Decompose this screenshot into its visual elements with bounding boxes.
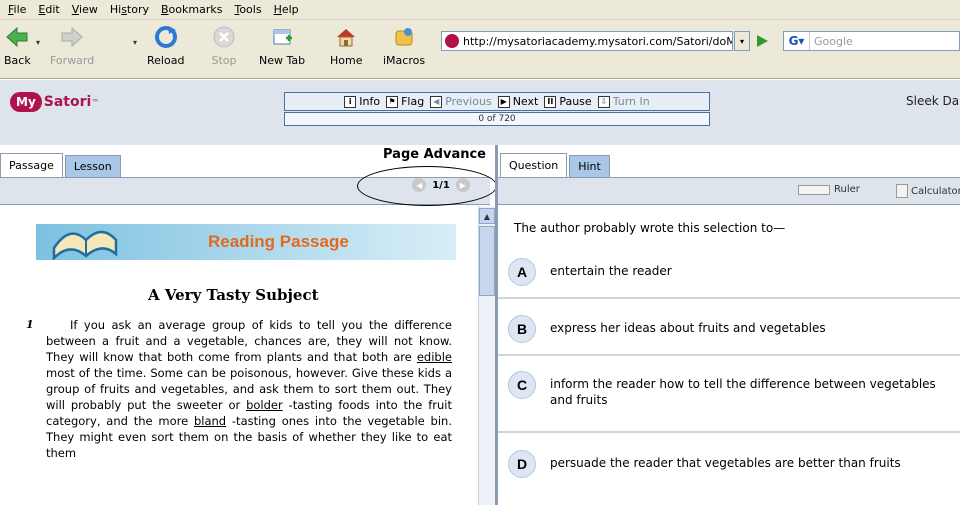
- option-text: entertain the reader: [550, 264, 672, 278]
- option-separator: [498, 431, 960, 433]
- flag-icon: ⚑: [386, 95, 399, 108]
- navigation-toolbar: Back ▾ Forward ▾ Reload Stop New Tab Hom…: [0, 20, 960, 79]
- paragraph-number: 1: [26, 318, 34, 331]
- reload-icon: [153, 24, 179, 50]
- menu-help[interactable]: Help: [268, 3, 305, 16]
- stop-icon: [211, 24, 237, 50]
- menu-history[interactable]: History: [104, 3, 155, 16]
- ruler-icon: [798, 184, 830, 195]
- new-tab-icon: [269, 24, 295, 50]
- imacros-icon: [391, 24, 417, 50]
- menu-bookmarks[interactable]: Bookmarks: [155, 3, 228, 16]
- stop-button[interactable]: Stop: [211, 24, 237, 67]
- back-button[interactable]: Back: [4, 24, 31, 67]
- search-input[interactable]: G▾ Google: [783, 31, 960, 51]
- app-header: My Satori ™ i Info ⚑ Flag ◀ Previous ▶ Next …: [0, 80, 960, 145]
- passage-pane: Passage Lesson Page Advance ◀ 1/1 ▶ Read…: [0, 145, 497, 505]
- open-book-icon: [52, 230, 118, 260]
- go-arrow-icon: [757, 35, 768, 47]
- forward-arrow-icon: [59, 24, 85, 50]
- option-letter: D: [508, 450, 536, 478]
- scrollbar-thumb[interactable]: [479, 226, 495, 296]
- back-arrow-icon: [4, 24, 30, 50]
- home-button[interactable]: Home: [330, 24, 362, 67]
- user-name: Sleek Da: [906, 94, 960, 108]
- pause-icon: II: [544, 95, 557, 108]
- url-history-dropdown[interactable]: ▾: [734, 31, 750, 51]
- url-input[interactable]: http://mysatoriacademy.mysatori.com/Sato…: [441, 31, 733, 51]
- mysatori-logo: My Satori ™: [10, 92, 99, 112]
- reload-button[interactable]: Reload: [147, 24, 184, 67]
- info-button[interactable]: i Info: [344, 95, 380, 108]
- question-progress: 0 of 720: [284, 112, 710, 126]
- flag-button[interactable]: ⚑ Flag: [386, 95, 424, 108]
- menu-view[interactable]: View: [66, 3, 104, 16]
- option-separator: [498, 297, 960, 299]
- option-separator: [498, 354, 960, 356]
- tab-question[interactable]: Question: [500, 153, 568, 177]
- forward-button[interactable]: Forward: [50, 24, 94, 67]
- next-arrow-icon: ▶: [497, 95, 510, 108]
- imacros-button[interactable]: iMacros: [383, 24, 425, 67]
- vocab-bolder[interactable]: bolder: [246, 398, 283, 412]
- menu-bar: File Edit View History Bookmarks Tools H…: [0, 0, 960, 20]
- ruler-button[interactable]: Ruler: [798, 184, 860, 195]
- page-advance-label: Page Advance: [260, 147, 490, 167]
- answer-option-a[interactable]: A entertain the reader: [508, 258, 960, 286]
- go-button[interactable]: [753, 32, 771, 50]
- passage-scrollbar[interactable]: ▲: [478, 206, 495, 505]
- home-icon: [333, 24, 359, 50]
- previous-button[interactable]: ◀ Previous: [430, 95, 492, 108]
- new-tab-button[interactable]: New Tab: [259, 24, 305, 67]
- menu-edit[interactable]: Edit: [32, 3, 65, 16]
- reading-passage-banner: Reading Passage: [36, 224, 456, 260]
- passage-title: A Very Tasty Subject: [148, 286, 319, 304]
- previous-arrow-icon: ◀: [430, 95, 443, 108]
- turn-in-button[interactable]: ⇩ Turn In: [597, 95, 650, 108]
- answer-option-b[interactable]: B express her ideas about fruits and veg…: [508, 315, 960, 343]
- passage-content: Reading Passage A Very Tasty Subject 1 I…: [0, 206, 478, 505]
- tab-hint[interactable]: Hint: [569, 155, 610, 177]
- calculator-button[interactable]: Calculator: [896, 184, 960, 198]
- option-letter: B: [508, 315, 536, 343]
- calculator-icon: [896, 184, 908, 198]
- google-search-engine-icon[interactable]: G▾: [784, 32, 810, 50]
- option-text: inform the reader how to tell the differ…: [550, 377, 936, 407]
- menu-tools[interactable]: Tools: [228, 3, 267, 16]
- answer-option-d[interactable]: D persuade the reader that vegetables ar…: [508, 450, 960, 478]
- highlight-oval: [357, 166, 497, 206]
- menu-file[interactable]: File: [2, 3, 32, 16]
- vocab-bland[interactable]: bland: [194, 414, 226, 428]
- back-history-dropdown[interactable]: ▾: [36, 38, 40, 47]
- tab-lesson[interactable]: Lesson: [64, 155, 121, 177]
- pause-button[interactable]: II Pause: [544, 95, 592, 108]
- question-pane: Question Hint Ruler Calculator The autho…: [498, 145, 960, 505]
- next-button[interactable]: ▶ Next: [497, 95, 538, 108]
- forward-history-dropdown[interactable]: ▾: [133, 38, 137, 47]
- passage-paragraph: If you ask an average group of kids to t…: [46, 318, 452, 460]
- option-text: persuade the reader that vegetables are …: [550, 456, 901, 470]
- vocab-edible[interactable]: edible: [417, 350, 452, 364]
- answer-option-c[interactable]: C inform the reader how to tell the diff…: [508, 371, 960, 408]
- test-toolbar: i Info ⚑ Flag ◀ Previous ▶ Next II Pause ⇩ Tur…: [284, 92, 710, 111]
- option-letter: C: [508, 371, 536, 399]
- site-favicon-icon: [445, 34, 459, 48]
- info-icon: i: [344, 95, 357, 108]
- turn-in-icon: ⇩: [597, 95, 610, 108]
- tab-passage[interactable]: Passage: [0, 153, 63, 177]
- scroll-up-icon[interactable]: ▲: [479, 208, 495, 224]
- option-text: express her ideas about fruits and veget…: [550, 321, 826, 335]
- option-letter: A: [508, 258, 536, 286]
- question-subbar: Ruler Calculator: [498, 177, 960, 205]
- question-tabs: Question Hint: [500, 153, 612, 177]
- passage-tabs: Passage Lesson: [0, 153, 123, 177]
- question-text: The author probably wrote this selection…: [514, 221, 786, 235]
